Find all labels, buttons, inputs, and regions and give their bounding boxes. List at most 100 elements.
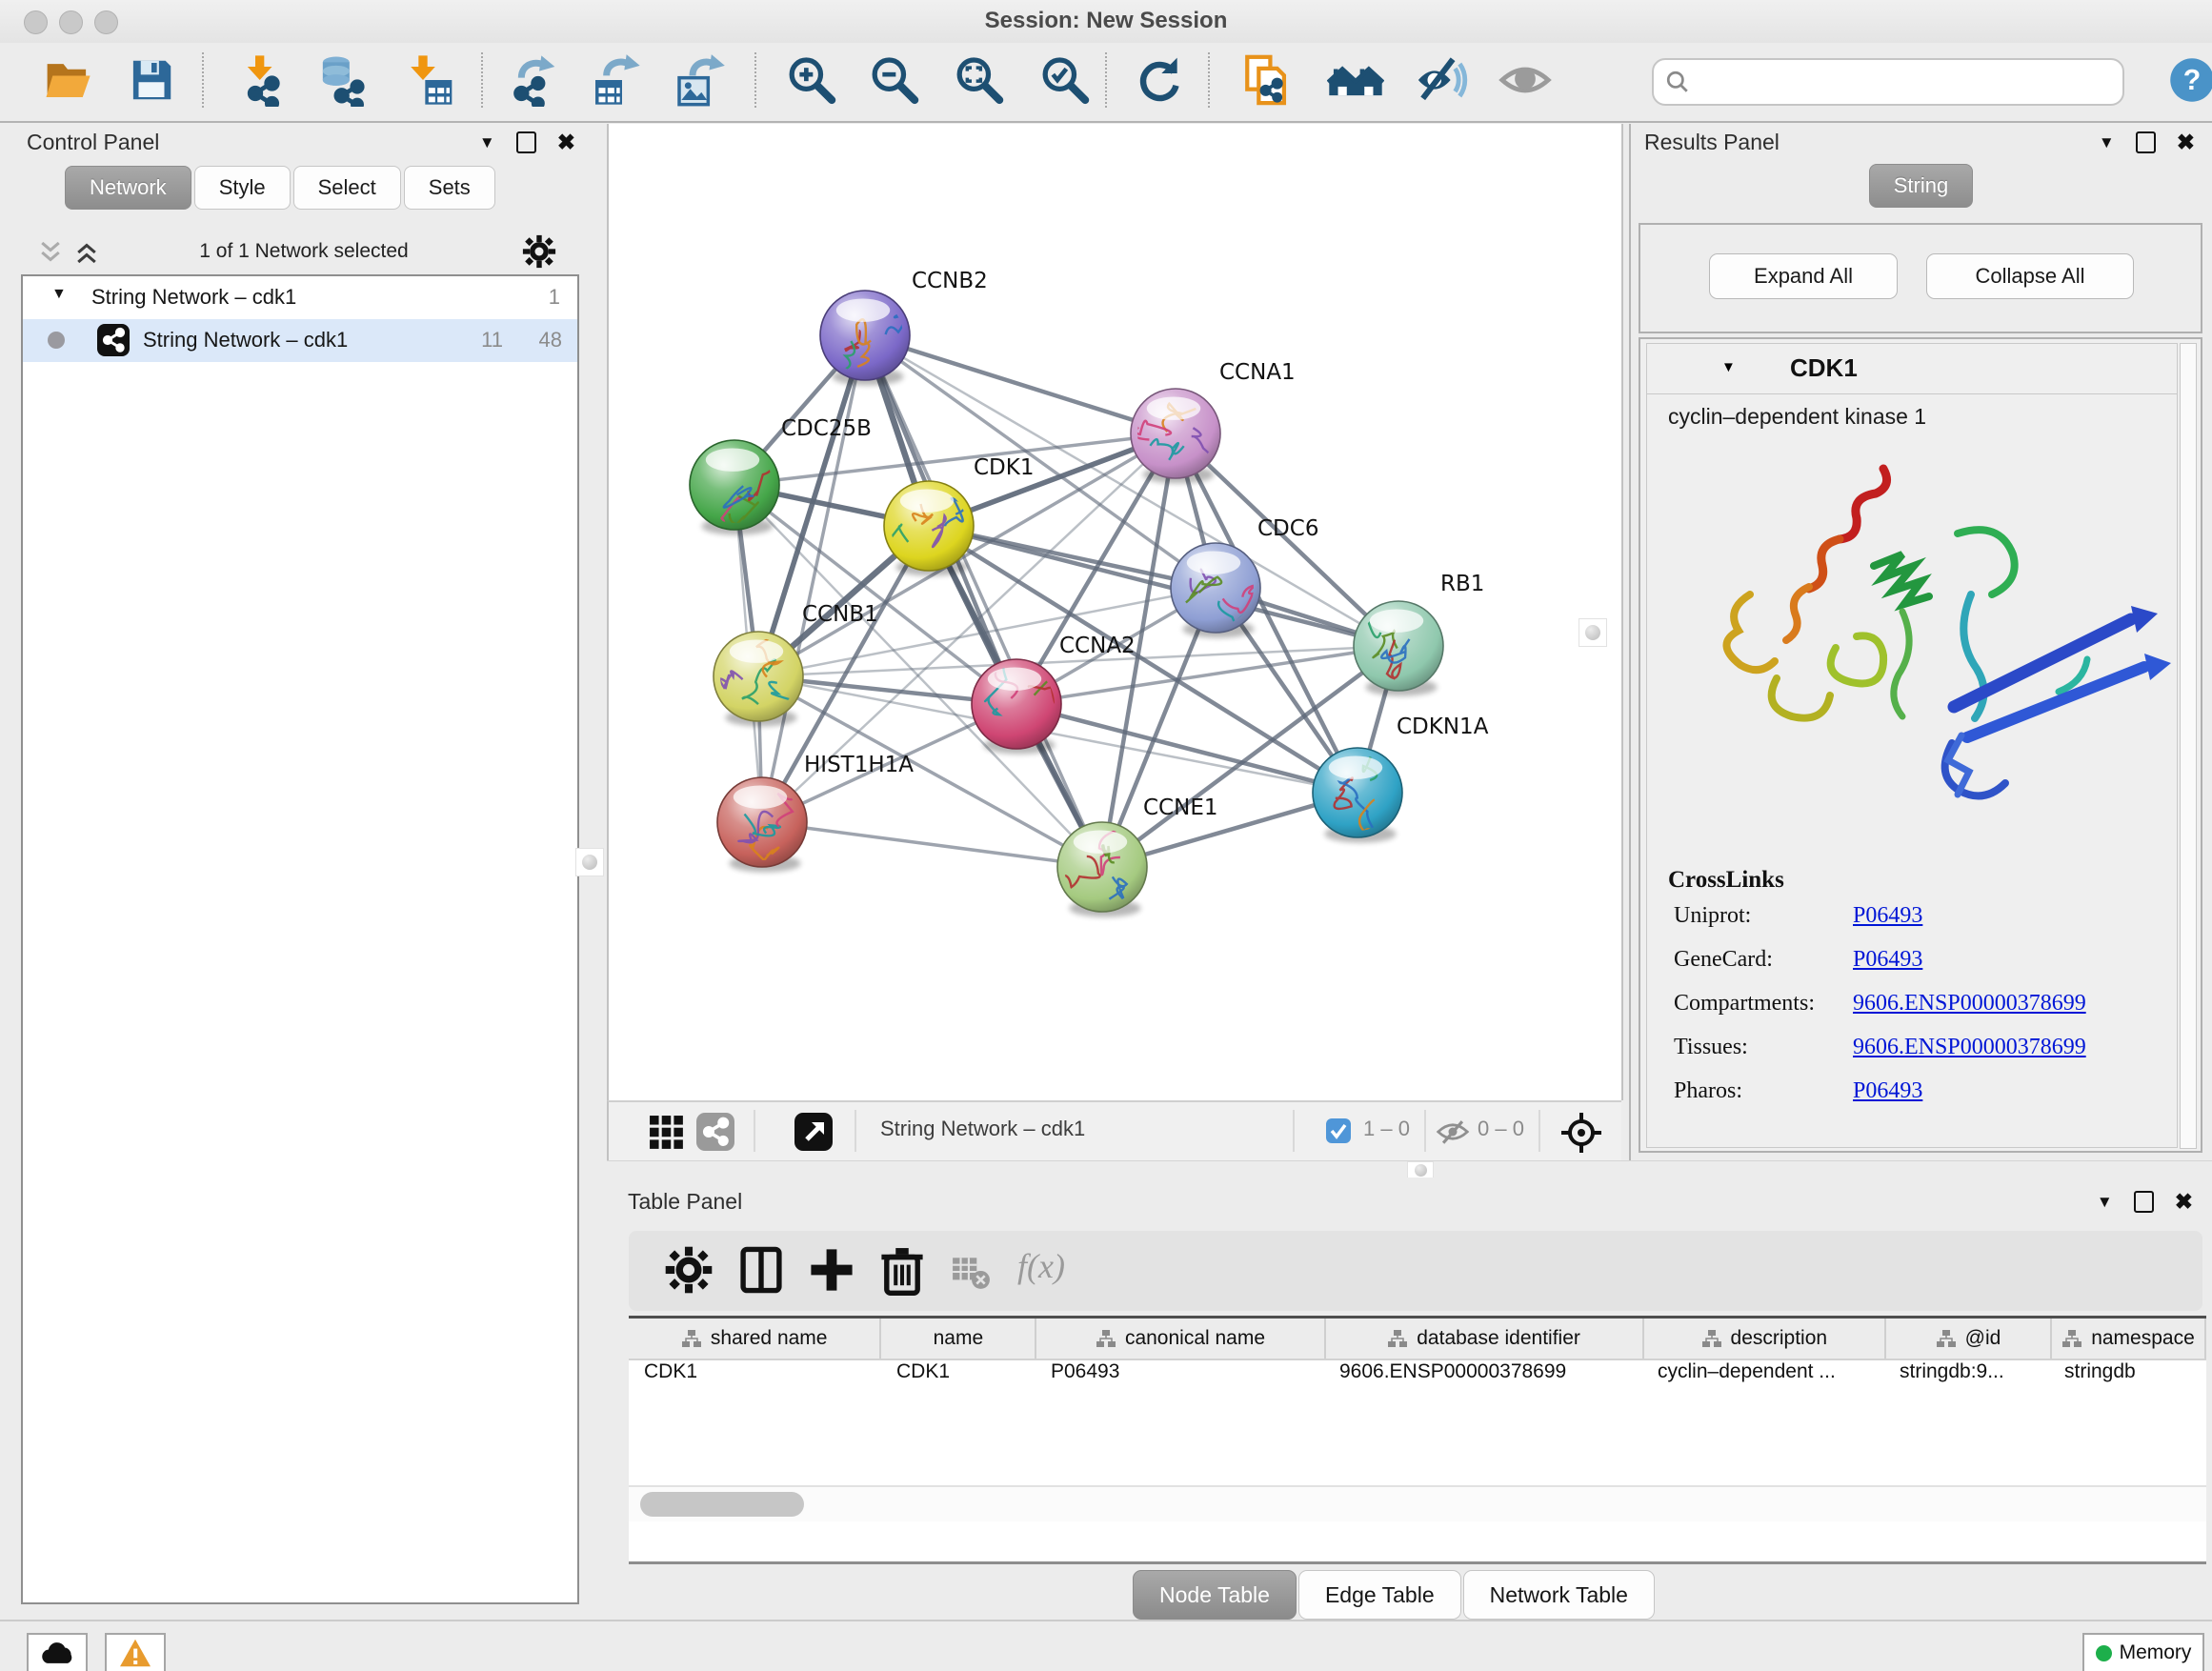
- edge-CDK1-RB1[interactable]: [929, 526, 1398, 646]
- node-CCNE1[interactable]: [1057, 822, 1147, 917]
- memory-button[interactable]: Memory: [2082, 1633, 2204, 1671]
- panel-close-icon[interactable]: ✖: [557, 133, 575, 151]
- network-graph[interactable]: CCNB2CCNA1CDC25BCDK1CDC6RB1CCNB1CCNA2CDK…: [609, 124, 1621, 1100]
- edge-CCNB2-CCNE1[interactable]: [865, 335, 1102, 867]
- protein-header[interactable]: ▼ CDK1: [1646, 343, 2178, 394]
- selected-checkbox-icon[interactable]: [1325, 1117, 1352, 1144]
- node-HIST1H1A[interactable]: [717, 777, 807, 873]
- tab-edge-table[interactable]: Edge Table: [1298, 1570, 1461, 1620]
- node-CCNB2[interactable]: [803, 291, 910, 386]
- string-home-button[interactable]: [1326, 49, 1385, 111]
- add-column-icon[interactable]: [806, 1244, 857, 1296]
- splitter-handle[interactable]: [1579, 618, 1607, 647]
- panel-menu-icon[interactable]: ▼: [2097, 1193, 2113, 1212]
- zoom-in-button[interactable]: [781, 49, 840, 111]
- node-CDC6[interactable]: [1171, 543, 1267, 638]
- hide-unselected-button[interactable]: [1412, 49, 1471, 111]
- node-RB1[interactable]: [1351, 601, 1443, 696]
- panel-float-icon[interactable]: [2136, 131, 2156, 153]
- panel-close-icon[interactable]: ✖: [2177, 133, 2195, 151]
- node-CDC25B[interactable]: [690, 440, 779, 535]
- tab-network-table[interactable]: Network Table: [1463, 1570, 1655, 1620]
- node-CCNA2[interactable]: [972, 652, 1070, 755]
- column-header-id[interactable]: @id: [1886, 1319, 2052, 1359]
- export-table-button[interactable]: [586, 49, 645, 111]
- help-button[interactable]: ?: [2162, 49, 2212, 111]
- expand-all-button[interactable]: Expand All: [1709, 253, 1898, 299]
- column-header-canonical-name[interactable]: canonical name: [1036, 1319, 1325, 1359]
- node-CDK1[interactable]: [884, 481, 974, 576]
- column-header-database-identifier[interactable]: database identifier: [1326, 1319, 1644, 1359]
- column-header-namespace[interactable]: namespace: [2052, 1319, 2206, 1359]
- delete-column-trash-icon[interactable]: [876, 1244, 928, 1296]
- grid-view-icon[interactable]: [649, 1115, 685, 1151]
- collapse-all-button[interactable]: Collapse All: [1926, 253, 2134, 299]
- crosslink-link[interactable]: 9606.ENSP00000378699: [1853, 1035, 2086, 1060]
- table-horizontal-scrollbar[interactable]: [629, 1485, 2206, 1521]
- node-CCNB1[interactable]: [714, 632, 803, 727]
- node-CCNA1[interactable]: [1131, 389, 1220, 484]
- show-all-button[interactable]: [1496, 49, 1555, 111]
- results-scrollbar[interactable]: [2180, 343, 2197, 1149]
- string-view-icon[interactable]: [696, 1113, 734, 1151]
- crosslink-link[interactable]: 9606.ENSP00000378699: [1853, 991, 2086, 1017]
- import-network-from-database-button[interactable]: [314, 49, 373, 111]
- column-header-description[interactable]: description: [1644, 1319, 1886, 1359]
- network-collection-row[interactable]: ▼ String Network – cdk1 1: [23, 276, 577, 319]
- crosslink-link[interactable]: P06493: [1853, 1078, 1922, 1104]
- open-session-button[interactable]: [38, 49, 97, 111]
- gear-icon[interactable]: [522, 234, 556, 269]
- cell-shared-name[interactable]: CDK1: [629, 1360, 881, 1399]
- tab-style[interactable]: Style: [194, 166, 291, 210]
- column-header-name[interactable]: name: [881, 1319, 1036, 1359]
- tab-sets[interactable]: Sets: [404, 166, 495, 210]
- panel-menu-icon[interactable]: ▼: [2099, 133, 2115, 152]
- birds-eye-view-icon[interactable]: [794, 1113, 833, 1151]
- collapse-section-icon[interactable]: ▼: [1721, 359, 1736, 375]
- first-neighbors-button[interactable]: [1238, 49, 1297, 111]
- tree-expand-icon[interactable]: ▼: [51, 286, 67, 303]
- warnings-button[interactable]: [105, 1633, 166, 1671]
- tab-node-table[interactable]: Node Table: [1133, 1570, 1297, 1620]
- scrollbar-thumb[interactable]: [640, 1492, 804, 1517]
- splitter-handle[interactable]: [575, 848, 604, 876]
- crosslink-link[interactable]: P06493: [1853, 947, 1922, 973]
- cell-namespace[interactable]: stringdb: [2049, 1360, 2202, 1399]
- panel-float-icon[interactable]: [516, 131, 536, 153]
- table-settings-gear-icon[interactable]: [663, 1244, 714, 1296]
- node-attribute-table[interactable]: shared namenamecanonical namedatabase id…: [629, 1316, 2206, 1564]
- edge-CCNB2-HIST1H1A[interactable]: [762, 335, 865, 822]
- network-canvas[interactable]: CCNB2CCNA1CDC25BCDK1CDC6RB1CCNB1CCNA2CDK…: [607, 124, 1623, 1100]
- cell-description[interactable]: cyclin–dependent ...: [1642, 1360, 1884, 1399]
- search-input[interactable]: [1696, 62, 2109, 100]
- cloud-status-button[interactable]: [27, 1633, 88, 1671]
- cell-canonical-name[interactable]: P06493: [1036, 1360, 1324, 1399]
- apply-layout-button[interactable]: [1130, 49, 1189, 111]
- zoom-out-button[interactable]: [864, 49, 923, 111]
- export-network-button[interactable]: [503, 49, 562, 111]
- zoom-fit-button[interactable]: [949, 49, 1008, 111]
- tab-select[interactable]: Select: [293, 166, 401, 210]
- fit-content-crosshair-icon[interactable]: [1559, 1111, 1603, 1155]
- edge-HIST1H1A-CCNE1[interactable]: [762, 822, 1102, 867]
- table-row[interactable]: CDK1CDK1P064939606.ENSP00000378699cyclin…: [629, 1360, 2206, 1399]
- column-header-shared-name[interactable]: shared name: [629, 1319, 881, 1359]
- tab-string[interactable]: String: [1869, 164, 1973, 208]
- zoom-selected-button[interactable]: [1035, 49, 1094, 111]
- cell-name[interactable]: CDK1: [881, 1360, 1036, 1399]
- cell-id[interactable]: stringdb:9...: [1884, 1360, 2049, 1399]
- horizontal-splitter[interactable]: [607, 1160, 2212, 1179]
- import-network-file-button[interactable]: [232, 49, 292, 111]
- cell-database-identifier[interactable]: 9606.ENSP00000378699: [1324, 1360, 1642, 1399]
- panel-float-icon[interactable]: [2134, 1191, 2154, 1213]
- export-image-button[interactable]: [670, 49, 729, 111]
- panel-menu-icon[interactable]: ▼: [479, 133, 495, 152]
- import-table-button[interactable]: [400, 49, 459, 111]
- crosslink-link[interactable]: P06493: [1853, 903, 1922, 929]
- save-session-button[interactable]: [122, 49, 181, 111]
- edge-CCNB2-CCNA1[interactable]: [865, 335, 1176, 433]
- tab-network[interactable]: Network: [65, 166, 191, 210]
- show-columns-icon[interactable]: [735, 1244, 787, 1296]
- network-row-selected[interactable]: String Network – cdk1 11 48: [23, 319, 577, 362]
- panel-close-icon[interactable]: ✖: [2175, 1193, 2193, 1211]
